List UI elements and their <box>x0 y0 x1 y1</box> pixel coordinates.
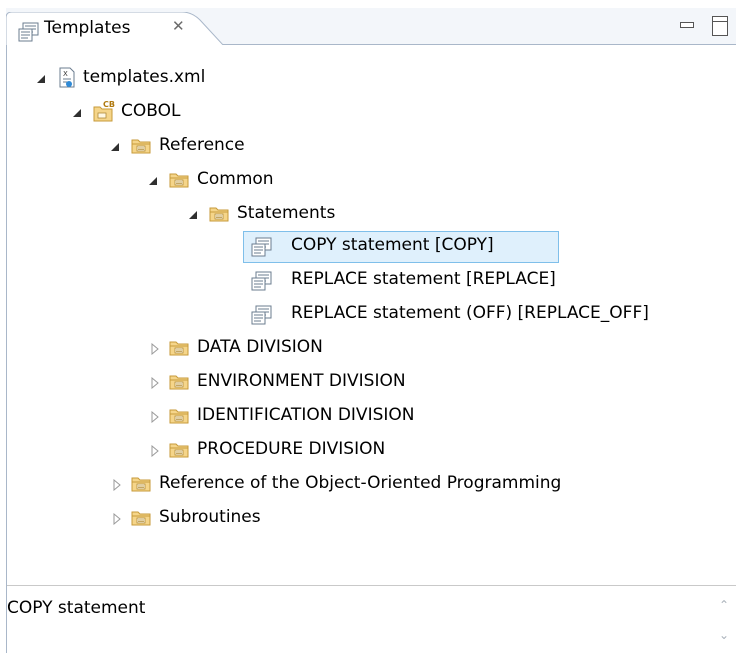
templates-tree[interactable]: X templates.xml CB COBOL Reference Commo… <box>7 45 736 575</box>
cobol-icon: CB <box>93 100 115 122</box>
tab-title: Templates <box>44 18 131 38</box>
close-icon[interactable]: ✕ <box>172 17 185 35</box>
tree-node-label: Common <box>197 169 274 189</box>
top-strip <box>0 0 736 8</box>
collapsed-arrow-icon[interactable] <box>149 377 161 389</box>
tree-node-label: Statements <box>237 203 336 223</box>
collapsed-arrow-icon[interactable] <box>111 479 123 491</box>
collapsed-arrow-icon[interactable] <box>149 411 161 423</box>
scroll-up-icon[interactable]: ⌃ <box>719 598 729 612</box>
svg-text:X: X <box>63 70 68 78</box>
tree-node-label: DATA DIVISION <box>197 337 323 357</box>
tree-node-label: COBOL <box>121 101 181 121</box>
description-pane[interactable]: COPY statement ⌃ ⌄ <box>7 585 736 654</box>
folder-icon <box>169 339 189 357</box>
description-text: COPY statement <box>7 598 146 618</box>
expanded-arrow-icon[interactable] <box>35 73 47 85</box>
tree-node-label: Reference of the Object-Oriented Program… <box>159 473 562 493</box>
folder-icon <box>169 407 189 425</box>
tree-node-label: PROCEDURE DIVISION <box>197 439 386 459</box>
expanded-arrow-icon[interactable] <box>187 209 199 221</box>
tree-node-label: Reference <box>159 135 245 155</box>
tree-node-label: COPY statement [COPY] <box>291 235 494 255</box>
tree-node-label: Subroutines <box>159 507 261 527</box>
tree-node-label: templates.xml <box>83 67 206 87</box>
folder-icon <box>131 475 151 493</box>
folder-icon <box>169 441 189 459</box>
collapsed-arrow-icon[interactable] <box>149 445 161 457</box>
svg-text:CB: CB <box>103 100 115 109</box>
template-view-icon <box>18 22 40 42</box>
templates-view: Templates ✕ X templates.xml CB COBOL Ref… <box>0 0 736 654</box>
template-icon <box>251 271 273 291</box>
tab-templates[interactable]: Templates ✕ <box>6 12 234 46</box>
xml-file-icon: X <box>59 67 75 88</box>
tree-node-label: REPLACE statement (OFF) [REPLACE_OFF] <box>291 303 649 323</box>
collapsed-arrow-icon[interactable] <box>149 343 161 355</box>
tree-node-label: ENVIRONMENT DIVISION <box>197 371 406 391</box>
tree-node-label: IDENTIFICATION DIVISION <box>197 405 415 425</box>
expanded-arrow-icon[interactable] <box>71 107 83 119</box>
collapsed-arrow-icon[interactable] <box>111 513 123 525</box>
template-icon <box>251 237 273 257</box>
folder-icon <box>169 373 189 391</box>
folder-icon <box>131 509 151 527</box>
expanded-arrow-icon[interactable] <box>109 141 121 153</box>
folder-icon <box>169 171 189 189</box>
scroll-down-icon[interactable]: ⌄ <box>719 628 729 642</box>
maximize-icon[interactable] <box>712 16 728 36</box>
expanded-arrow-icon[interactable] <box>147 175 159 187</box>
minimize-icon[interactable] <box>680 22 694 28</box>
tree-node-label: REPLACE statement [REPLACE] <box>291 269 556 289</box>
view-content: X templates.xml CB COBOL Reference Commo… <box>6 45 736 654</box>
folder-icon <box>131 137 151 155</box>
folder-icon <box>209 205 229 223</box>
template-icon <box>251 305 273 325</box>
